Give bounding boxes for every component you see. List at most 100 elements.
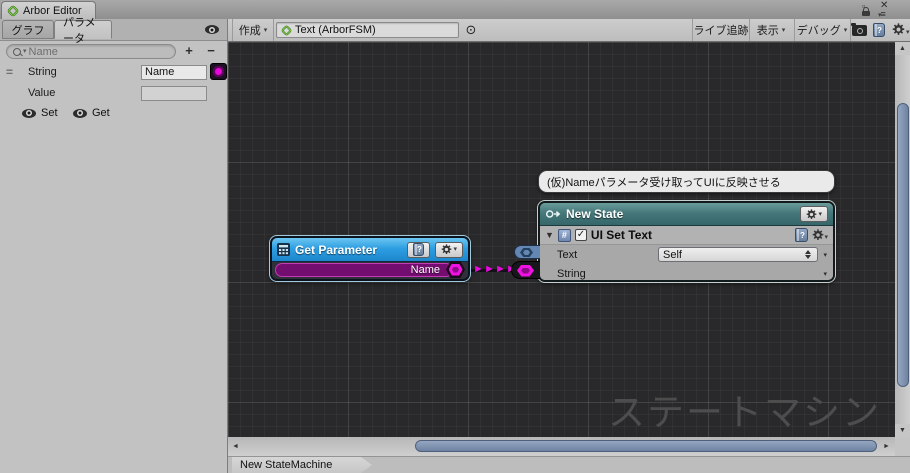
value-label: Value — [28, 87, 55, 99]
sidebar-tabbar: グラフ パラメータ — [0, 19, 227, 41]
tab-graph-label: グラフ — [12, 22, 45, 38]
create-button[interactable]: 作成 ▾ — [232, 19, 274, 41]
target-picker-icon[interactable]: ⊙ — [462, 19, 480, 41]
parameter-type-label: String — [28, 66, 57, 78]
text-input-port[interactable] — [514, 245, 540, 259]
behaviour-gear-icon[interactable]: ▾ — [812, 229, 828, 241]
field-caret-icon[interactable]: ▾ — [823, 251, 827, 259]
display-dropdown[interactable]: 表示 ▾ — [748, 19, 795, 41]
output-slot[interactable]: Name — [275, 263, 453, 277]
calculator-icon — [277, 243, 290, 256]
window-controls: ▫ ✕ ▾≡ — [860, 0, 906, 19]
horizontal-scrollbar[interactable]: ◄ ► — [228, 437, 895, 456]
breadcrumb-bar: New StateMachine — [228, 456, 910, 473]
behaviour-help-icon[interactable]: ? — [795, 228, 808, 242]
parameter-value-input[interactable] — [141, 86, 207, 101]
search-icon — [13, 48, 21, 56]
get-eye-icon[interactable] — [73, 109, 87, 118]
parameter-access-row: Set Get — [0, 103, 227, 123]
field-row-string: String ▾ — [540, 264, 833, 282]
scroll-down-button[interactable]: ▼ — [895, 424, 910, 437]
graph-watermark: ステートマシン — [608, 382, 881, 436]
debug-dropdown[interactable]: デバッグ ▾ — [794, 19, 851, 41]
horizontal-scroll-thumb[interactable] — [415, 440, 877, 452]
node-settings-button[interactable]: ▾ — [435, 242, 463, 258]
get-parameter-node[interactable]: Get Parameter ? ▾ Name — [270, 236, 470, 281]
behaviour-title: UI Set Text — [591, 228, 792, 242]
scroll-left-button[interactable]: ◄ — [229, 440, 242, 453]
set-access: Set — [22, 107, 58, 119]
scroll-up-button[interactable]: ▲ — [895, 42, 910, 55]
node-help-button[interactable]: ? — [407, 242, 430, 258]
breadcrumb-label: New StateMachine — [240, 459, 332, 471]
field-row-text: Text Self ▾ — [540, 245, 833, 264]
display-caret-icon: ▾ — [782, 27, 786, 34]
capture-icon[interactable] — [852, 25, 867, 36]
target-object-label: Text (ArborFSM) — [295, 24, 376, 36]
tab-parameters[interactable]: パラメータ — [54, 20, 112, 39]
graph-canvas[interactable]: ステートマシン (仮)Nameパラメータ受け取ってUIに反映させる ► ► ► … — [228, 42, 895, 437]
comment-text: (仮)Nameパラメータ受け取ってUIに反映させる — [547, 174, 781, 190]
connection-chevron-icon: ► — [473, 263, 484, 275]
dropdown-value: Self — [663, 249, 805, 261]
tab-graph[interactable]: グラフ — [2, 20, 54, 39]
display-label: 表示 — [757, 22, 779, 38]
scroll-right-button[interactable]: ► — [880, 440, 893, 453]
parameter-name-input[interactable] — [141, 65, 207, 80]
set-label: Set — [41, 107, 58, 119]
lock-icon[interactable] — [862, 11, 870, 16]
add-parameter-button[interactable]: + — [181, 42, 197, 58]
visibility-eye-icon[interactable] — [205, 25, 219, 34]
state-title: New State — [566, 207, 796, 221]
window-titlebar: Arbor Editor ▫ ✕ ▾≡ — [0, 0, 910, 20]
state-comment[interactable]: (仮)Nameパラメータ受け取ってUIに反映させる — [538, 170, 835, 193]
window-menu-icon[interactable]: ▾≡ — [878, 9, 885, 19]
text-target-dropdown[interactable]: Self — [658, 247, 818, 262]
output-label: Name — [411, 264, 440, 276]
settings-gear-icon[interactable]: ▾ — [892, 23, 910, 36]
live-trace-button[interactable]: ライブ追跡 — [692, 19, 750, 41]
field-caret-icon[interactable]: ▾ — [823, 270, 827, 278]
graph-toolbar: 作成 ▾ Text (ArborFSM) ⊙ ライブ追跡 表示 ▾ デバッグ ▾… — [228, 19, 910, 42]
remove-parameter-button[interactable]: − — [203, 42, 219, 58]
search-field[interactable]: ▾ — [6, 44, 176, 59]
behaviour-header[interactable]: ▼ # ✓ UI Set Text ? ▾ — [540, 226, 833, 245]
arbor-editor-window: Arbor Editor ▫ ✕ ▾≡ グラフ パラメータ ▾ + — [0, 0, 910, 473]
state-node-header[interactable]: New State ▾ — [540, 203, 833, 226]
create-caret-icon: ▾ — [264, 27, 268, 34]
field-label: Text — [557, 249, 613, 261]
state-settings-button[interactable]: ▾ — [800, 206, 828, 222]
search-input[interactable] — [29, 46, 169, 58]
breadcrumb-root[interactable]: New StateMachine — [232, 457, 372, 473]
target-object-field[interactable]: Text (ArborFSM) — [276, 22, 459, 38]
parameters-sidebar: グラフ パラメータ ▾ + − = String Value — [0, 19, 228, 473]
new-state-node[interactable]: New State ▾ ▼ # ✓ UI Set Text ? ▾ Text — [538, 201, 835, 282]
field-label: String — [557, 268, 613, 280]
arbor-logo-icon — [7, 5, 19, 17]
scrollbar-corner — [895, 437, 910, 456]
help-icon[interactable]: ? — [873, 23, 885, 37]
debug-label: デバッグ — [797, 22, 841, 38]
live-trace-label: ライブ追跡 — [694, 22, 749, 38]
state-icon — [545, 208, 562, 220]
string-input-port[interactable] — [511, 261, 540, 279]
vertical-scroll-thumb[interactable] — [897, 103, 909, 387]
connection-chevron-icon: ► — [495, 263, 506, 275]
vertical-scrollbar[interactable]: ▲ ▼ — [895, 42, 910, 437]
get-label: Get — [92, 107, 110, 119]
search-filter-caret-icon[interactable]: ▾ — [23, 49, 27, 55]
popup-arrows-icon — [805, 250, 811, 259]
parameter-color-swatch[interactable] — [210, 63, 227, 80]
parameter-row-string: = String — [0, 62, 227, 82]
foldout-icon[interactable]: ▼ — [545, 230, 554, 240]
arbor-fsm-icon — [281, 25, 292, 36]
parameter-row-value: Value — [0, 83, 227, 103]
parameter-search-row: ▾ + − — [0, 40, 227, 62]
parameter-node-title: Get Parameter — [295, 243, 402, 257]
create-label: 作成 — [239, 22, 261, 38]
parameter-node-header[interactable]: Get Parameter ? ▾ — [272, 238, 468, 262]
set-eye-icon[interactable] — [22, 109, 36, 118]
drag-handle-icon[interactable]: = — [6, 65, 13, 79]
behaviour-enabled-checkbox[interactable]: ✓ — [575, 229, 587, 241]
connection-chevron-icon: ► — [484, 263, 495, 275]
